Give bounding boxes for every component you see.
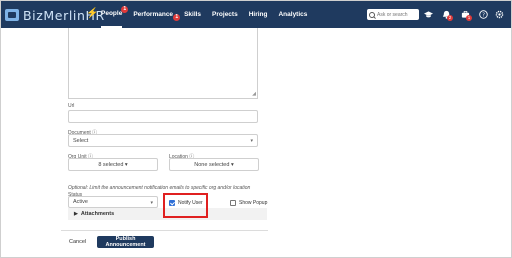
chevron-down-icon: ▾ xyxy=(250,138,253,144)
url-label: Url xyxy=(68,103,75,109)
top-navbar: BizMerlinHR ⚡ People 1 Performance 1 Ski… xyxy=(1,1,511,28)
divider xyxy=(61,230,268,231)
nav-item-performance[interactable]: Performance 1 xyxy=(133,1,181,28)
url-input[interactable] xyxy=(68,110,258,123)
search-input[interactable] xyxy=(377,11,419,18)
chevron-right-icon: ▶ xyxy=(74,211,78,217)
publish-announcement-button[interactable]: Publish Announcement xyxy=(97,236,154,248)
nav-item-label: Projects xyxy=(212,11,238,18)
app-window: BizMerlinHR ⚡ People 1 Performance 1 Ski… xyxy=(0,0,512,258)
graduation-cap-icon[interactable] xyxy=(424,10,433,19)
nav-item-label: Hiring xyxy=(248,11,268,18)
nav-item-analytics[interactable]: Analytics xyxy=(278,1,307,28)
chevron-down-icon: ▾ xyxy=(150,200,153,206)
nav-item-people[interactable]: People 1 xyxy=(101,1,129,28)
nav-item-label: Performance xyxy=(133,11,174,18)
bell-badge: 2 xyxy=(447,15,453,21)
lightning-icon[interactable]: ⚡ xyxy=(86,9,98,19)
people-badge: 1 xyxy=(121,6,129,13)
briefcase-badge: 1 xyxy=(466,15,472,21)
search-icon xyxy=(369,11,375,18)
logo-icon xyxy=(5,9,19,21)
highlight-box xyxy=(163,193,208,218)
announcement-form: ◢ Url Document ⓘ Select ▾ Org Unit ⓘ 8 s… xyxy=(1,28,511,257)
location-multiselect[interactable]: None selected ▾ xyxy=(169,158,259,171)
nav-item-hiring[interactable]: Hiring xyxy=(249,1,268,28)
document-select[interactable]: Select ▾ xyxy=(68,134,258,147)
nav-item-label: Analytics xyxy=(278,11,308,18)
nav-item-skills[interactable]: Skills xyxy=(184,1,201,28)
settings-icon[interactable] xyxy=(495,10,504,19)
show-popup-label: Show Popup xyxy=(239,200,268,206)
svg-text:?: ? xyxy=(482,12,485,18)
search-box[interactable] xyxy=(367,9,419,20)
performance-badge: 1 xyxy=(173,14,181,21)
status-select-value: Active xyxy=(73,199,88,205)
main-nav: People 1 Performance 1 Skills Projects H… xyxy=(101,1,318,28)
org-unit-multiselect[interactable]: 8 selected ▾ xyxy=(68,158,158,171)
notification-hint: Optional: Limit the announcement notific… xyxy=(68,185,251,191)
status-select[interactable]: Active ▾ xyxy=(68,196,158,208)
announcement-body-textarea[interactable]: ◢ xyxy=(68,28,258,99)
help-icon[interactable]: ? xyxy=(479,10,488,19)
attachments-label: Attachments xyxy=(80,211,115,217)
resize-handle-icon[interactable]: ◢ xyxy=(252,92,256,97)
cancel-button[interactable]: Cancel xyxy=(69,236,86,248)
show-popup-checkbox[interactable] xyxy=(230,200,236,206)
show-popup-option[interactable]: Show Popup xyxy=(230,200,267,206)
nav-item-label: Skills xyxy=(184,11,202,18)
nav-item-label: People xyxy=(101,10,123,17)
document-select-value: Select xyxy=(73,137,89,144)
nav-item-projects[interactable]: Projects xyxy=(212,1,238,28)
